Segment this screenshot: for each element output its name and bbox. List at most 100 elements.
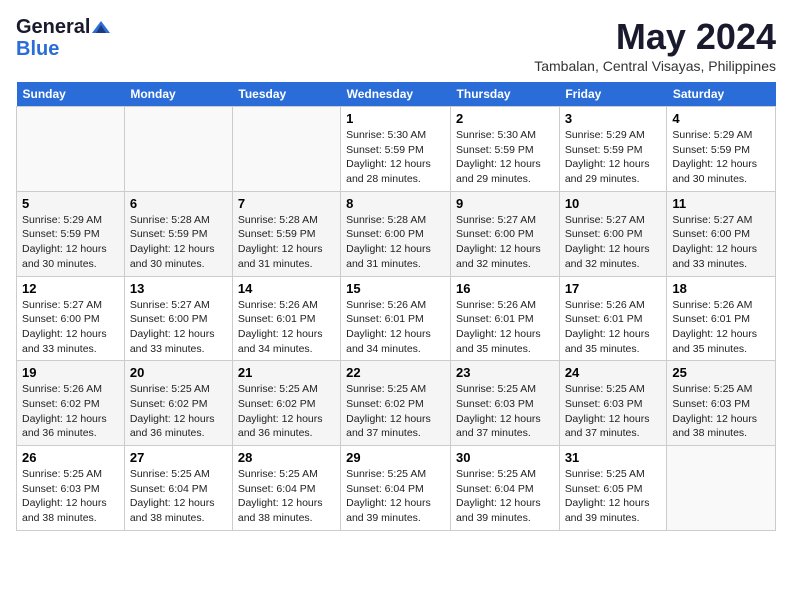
col-header-sunday: Sunday — [17, 82, 125, 107]
day-cell: 21Sunrise: 5:25 AM Sunset: 6:02 PM Dayli… — [232, 361, 340, 446]
day-info: Sunrise: 5:27 AM Sunset: 6:00 PM Dayligh… — [456, 213, 554, 272]
week-row-1: 1Sunrise: 5:30 AM Sunset: 5:59 PM Daylig… — [17, 107, 776, 192]
day-info: Sunrise: 5:25 AM Sunset: 6:02 PM Dayligh… — [346, 382, 445, 441]
day-cell: 25 Sunrise: 5:25 AM Sunset: 6:03 PM Dayli… — [667, 361, 776, 446]
day-number: 13 — [130, 281, 227, 296]
day-number: 8 — [346, 196, 445, 211]
day-number: 16 — [456, 281, 554, 296]
day-info: Sunrise: 5:25 AM Sunset: 6:04 PM Dayligh… — [456, 467, 554, 526]
day-cell: 12 Sunrise: 5:27 AM Sunset: 6:00 PM Dayli… — [17, 276, 125, 361]
day-info: Sunrise: 5:25 AM Sunset: 6:03 PM Dayligh… — [672, 382, 770, 441]
day-info: Sunrise: 5:27 AM Sunset: 6:00 PM Dayligh… — [672, 213, 770, 272]
day-number: 6 — [130, 196, 227, 211]
day-cell: 26Sunrise: 5:25 AM Sunset: 6:03 PM Dayli… — [17, 446, 125, 531]
day-number: 3 — [565, 111, 662, 126]
day-cell: 18 Sunrise: 5:26 AM Sunset: 6:01 PM Dayli… — [667, 276, 776, 361]
logo-text: General — [16, 16, 90, 38]
day-number: 4 — [672, 111, 770, 126]
day-cell: 4 Sunrise: 5:29 AM Sunset: 5:59 PM Daylig… — [667, 107, 776, 192]
day-number: 29 — [346, 450, 445, 465]
day-number: 2 — [456, 111, 554, 126]
day-info: Sunrise: 5:29 AM Sunset: 5:59 PM Dayligh… — [565, 128, 662, 187]
day-cell: 19 Sunrise: 5:26 AM Sunset: 6:02 PM Dayli… — [17, 361, 125, 446]
logo: General Blue — [16, 16, 110, 60]
location: Tambalan, Central Visayas, Philippines — [534, 58, 776, 74]
day-info: Sunrise: 5:28 AM Sunset: 5:59 PM Dayligh… — [238, 213, 335, 272]
week-row-2: 5Sunrise: 5:29 AM Sunset: 5:59 PM Daylig… — [17, 191, 776, 276]
day-number: 18 — [672, 281, 770, 296]
day-info: Sunrise: 5:25 AM Sunset: 6:03 PM Dayligh… — [565, 382, 662, 441]
day-cell: 6 Sunrise: 5:28 AM Sunset: 5:59 PM Daylig… — [124, 191, 232, 276]
day-cell: 27 Sunrise: 5:25 AM Sunset: 6:04 PM Dayli… — [124, 446, 232, 531]
day-cell: 7 Sunrise: 5:28 AM Sunset: 5:59 PM Daylig… — [232, 191, 340, 276]
day-info: Sunrise: 5:26 AM Sunset: 6:02 PM Dayligh… — [22, 382, 119, 441]
day-number: 12 — [22, 281, 119, 296]
day-info: Sunrise: 5:26 AM Sunset: 6:01 PM Dayligh… — [456, 298, 554, 357]
day-number: 14 — [238, 281, 335, 296]
day-number: 23 — [456, 365, 554, 380]
day-cell: 3 Sunrise: 5:29 AM Sunset: 5:59 PM Daylig… — [559, 107, 667, 192]
month-title: May 2024 — [534, 16, 776, 58]
day-number: 31 — [565, 450, 662, 465]
day-cell: 8 Sunrise: 5:28 AM Sunset: 6:00 PM Daylig… — [341, 191, 451, 276]
day-cell: 22Sunrise: 5:25 AM Sunset: 6:02 PM Dayli… — [341, 361, 451, 446]
day-cell: 24 Sunrise: 5:25 AM Sunset: 6:03 PM Dayli… — [559, 361, 667, 446]
logo-blue: Blue — [16, 38, 59, 60]
logo-icon — [92, 21, 110, 33]
day-info: Sunrise: 5:25 AM Sunset: 6:05 PM Dayligh… — [565, 467, 662, 526]
col-header-friday: Friday — [559, 82, 667, 107]
day-info: Sunrise: 5:28 AM Sunset: 6:00 PM Dayligh… — [346, 213, 445, 272]
day-info: Sunrise: 5:26 AM Sunset: 6:01 PM Dayligh… — [238, 298, 335, 357]
day-info: Sunrise: 5:26 AM Sunset: 6:01 PM Dayligh… — [346, 298, 445, 357]
day-cell: 5Sunrise: 5:29 AM Sunset: 5:59 PM Daylig… — [17, 191, 125, 276]
day-cell: 20Sunrise: 5:25 AM Sunset: 6:02 PM Dayli… — [124, 361, 232, 446]
day-number: 25 — [672, 365, 770, 380]
day-info: Sunrise: 5:28 AM Sunset: 5:59 PM Dayligh… — [130, 213, 227, 272]
day-number: 11 — [672, 196, 770, 211]
col-header-saturday: Saturday — [667, 82, 776, 107]
day-cell: 28Sunrise: 5:25 AM Sunset: 6:04 PM Dayli… — [232, 446, 340, 531]
day-cell: 16 Sunrise: 5:26 AM Sunset: 6:01 PM Dayli… — [451, 276, 560, 361]
day-info: Sunrise: 5:27 AM Sunset: 6:00 PM Dayligh… — [130, 298, 227, 357]
day-cell: 15 Sunrise: 5:26 AM Sunset: 6:01 PM Dayli… — [341, 276, 451, 361]
day-info: Sunrise: 5:25 AM Sunset: 6:02 PM Dayligh… — [238, 382, 335, 441]
title-area: May 2024 Tambalan, Central Visayas, Phil… — [534, 16, 776, 74]
day-number: 9 — [456, 196, 554, 211]
day-cell: 11 Sunrise: 5:27 AM Sunset: 6:00 PM Dayli… — [667, 191, 776, 276]
day-cell: 13 Sunrise: 5:27 AM Sunset: 6:00 PM Dayli… — [124, 276, 232, 361]
day-info: Sunrise: 5:29 AM Sunset: 5:59 PM Dayligh… — [672, 128, 770, 187]
day-number: 5 — [22, 196, 119, 211]
day-number: 7 — [238, 196, 335, 211]
day-cell: 31 Sunrise: 5:25 AM Sunset: 6:05 PM Dayli… — [559, 446, 667, 531]
column-headers: SundayMondayTuesdayWednesdayThursdayFrid… — [17, 82, 776, 107]
day-number: 20 — [130, 365, 227, 380]
col-header-monday: Monday — [124, 82, 232, 107]
day-number: 17 — [565, 281, 662, 296]
day-number: 27 — [130, 450, 227, 465]
header: General Blue May 2024 Tambalan, Central … — [16, 16, 776, 74]
col-header-wednesday: Wednesday — [341, 82, 451, 107]
day-info: Sunrise: 5:25 AM Sunset: 6:03 PM Dayligh… — [22, 467, 119, 526]
day-info: Sunrise: 5:26 AM Sunset: 6:01 PM Dayligh… — [672, 298, 770, 357]
day-cell: 14 Sunrise: 5:26 AM Sunset: 6:01 PM Dayli… — [232, 276, 340, 361]
day-cell: 10 Sunrise: 5:27 AM Sunset: 6:00 PM Dayli… — [559, 191, 667, 276]
col-header-tuesday: Tuesday — [232, 82, 340, 107]
day-cell — [232, 107, 340, 192]
day-number: 10 — [565, 196, 662, 211]
day-info: Sunrise: 5:25 AM Sunset: 6:04 PM Dayligh… — [346, 467, 445, 526]
day-number: 19 — [22, 365, 119, 380]
day-info: Sunrise: 5:27 AM Sunset: 6:00 PM Dayligh… — [22, 298, 119, 357]
week-row-3: 12 Sunrise: 5:27 AM Sunset: 6:00 PM Dayli… — [17, 276, 776, 361]
day-info: Sunrise: 5:26 AM Sunset: 6:01 PM Dayligh… — [565, 298, 662, 357]
day-cell: 1Sunrise: 5:30 AM Sunset: 5:59 PM Daylig… — [341, 107, 451, 192]
day-number: 24 — [565, 365, 662, 380]
day-cell: 17 Sunrise: 5:26 AM Sunset: 6:01 PM Dayli… — [559, 276, 667, 361]
calendar-body: 1Sunrise: 5:30 AM Sunset: 5:59 PM Daylig… — [17, 107, 776, 531]
day-info: Sunrise: 5:25 AM Sunset: 6:04 PM Dayligh… — [130, 467, 227, 526]
day-info: Sunrise: 5:25 AM Sunset: 6:04 PM Dayligh… — [238, 467, 335, 526]
day-number: 15 — [346, 281, 445, 296]
day-cell: 2Sunrise: 5:30 AM Sunset: 5:59 PM Daylig… — [451, 107, 560, 192]
week-row-5: 26Sunrise: 5:25 AM Sunset: 6:03 PM Dayli… — [17, 446, 776, 531]
day-info: Sunrise: 5:27 AM Sunset: 6:00 PM Dayligh… — [565, 213, 662, 272]
week-row-4: 19 Sunrise: 5:26 AM Sunset: 6:02 PM Dayli… — [17, 361, 776, 446]
